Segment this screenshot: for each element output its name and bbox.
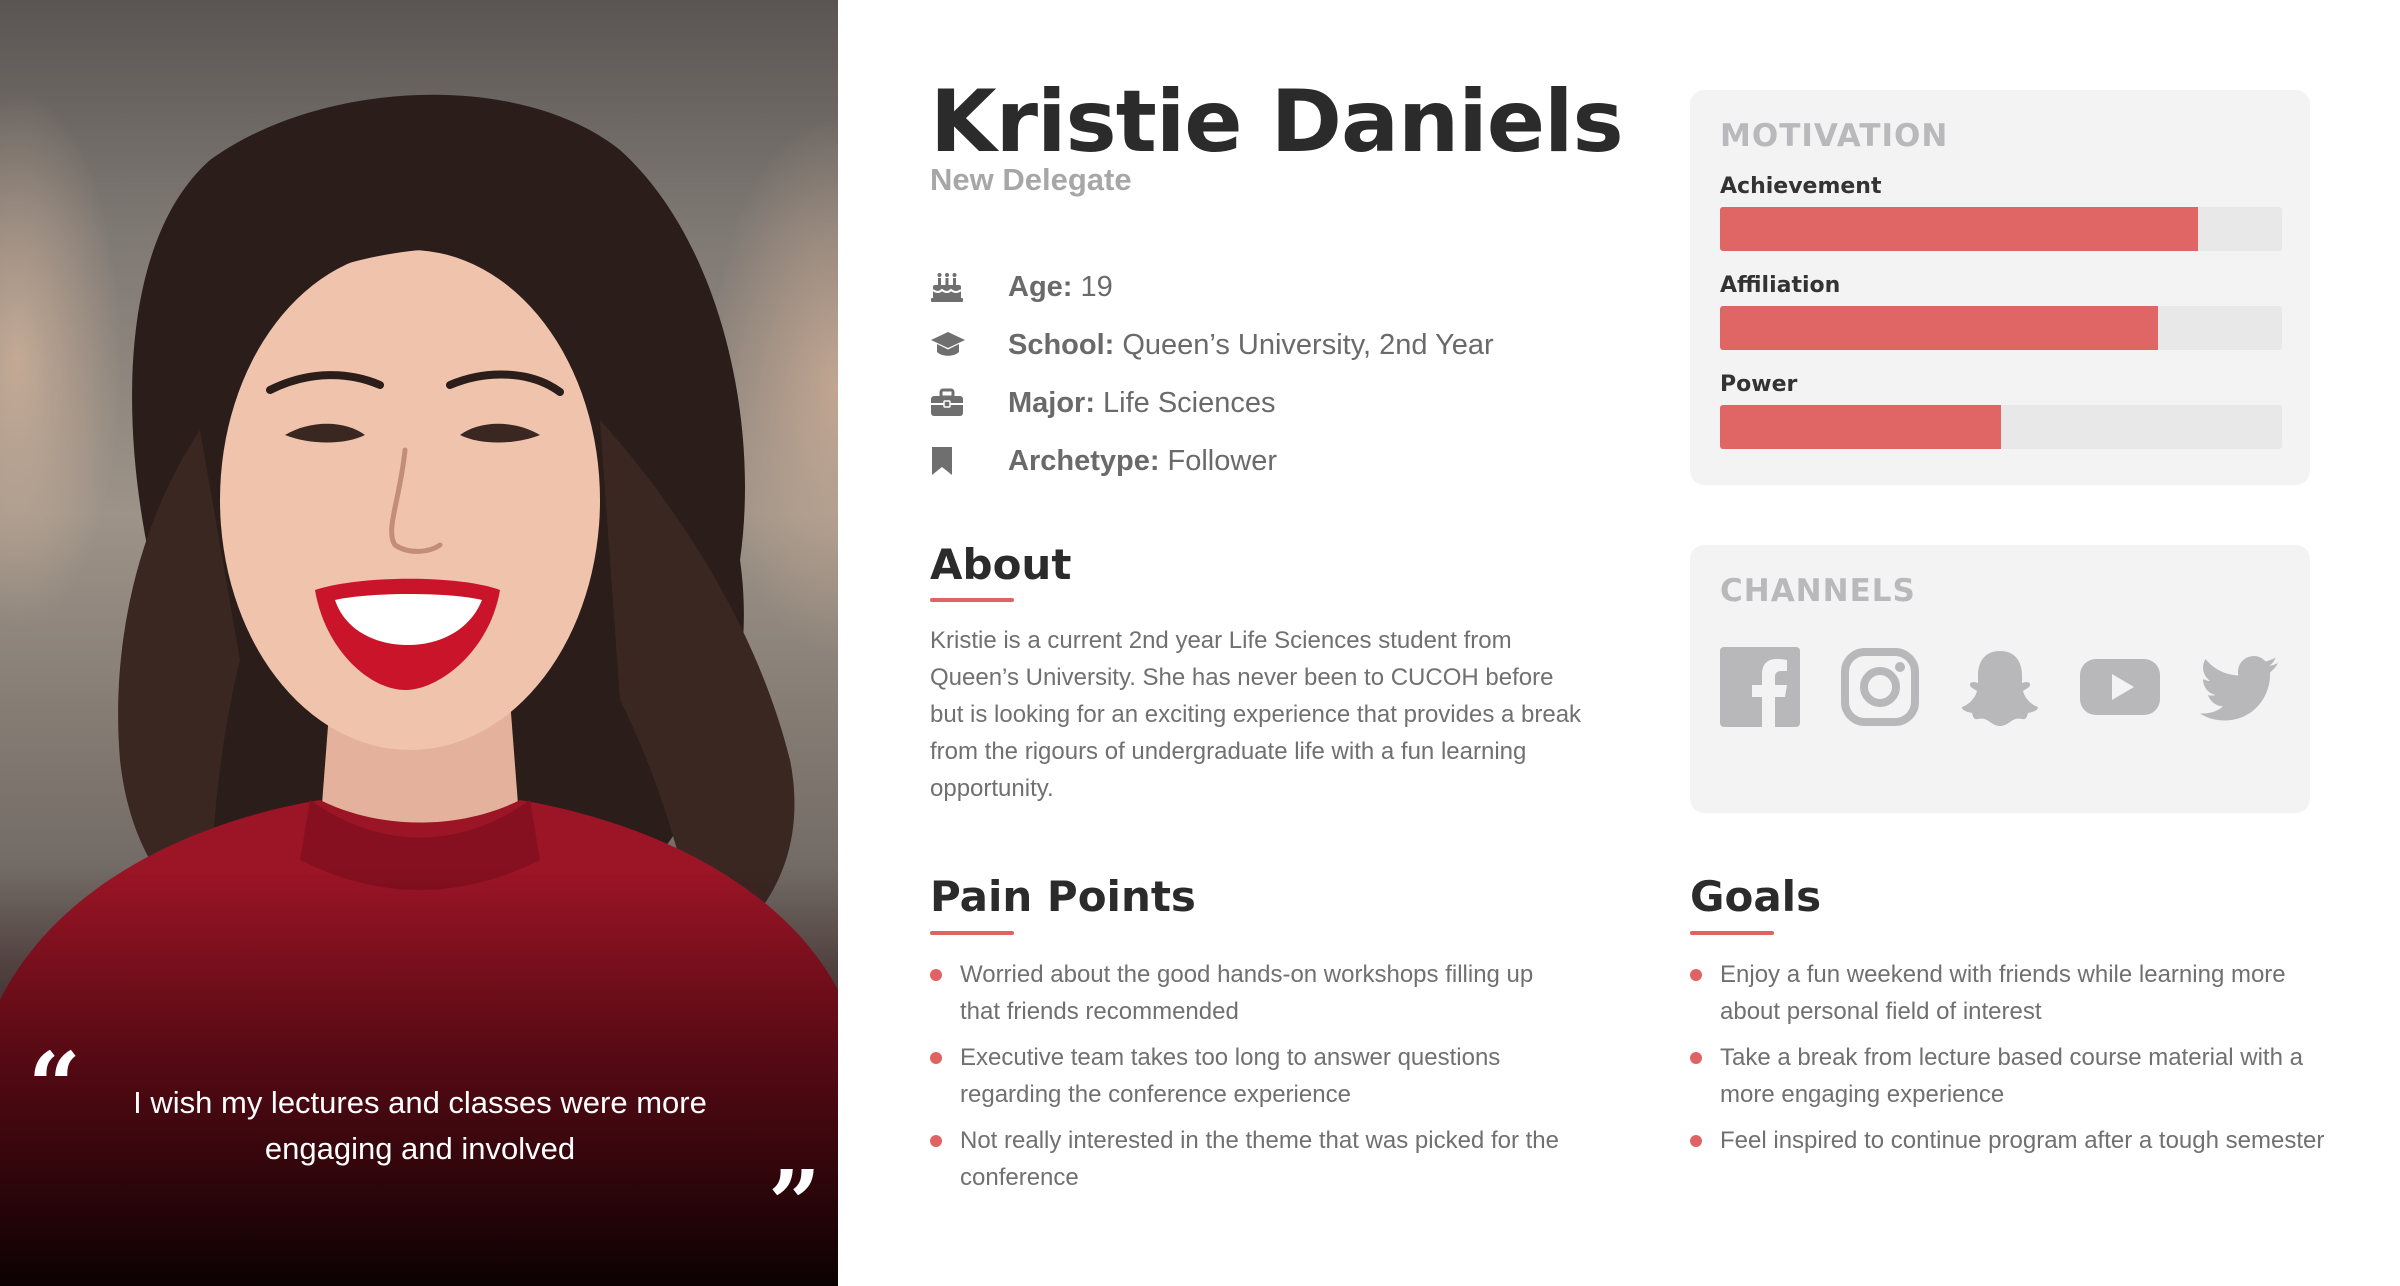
fact-label: Archetype: bbox=[1008, 444, 1160, 477]
about-underline bbox=[930, 598, 1014, 602]
pain-point-text: Worried about the good hands-on workshop… bbox=[960, 961, 1534, 1025]
meter-fill bbox=[1720, 405, 2001, 449]
bullet-dot bbox=[930, 1135, 942, 1147]
motivation-title: MOTIVATION bbox=[1720, 118, 1949, 154]
about-text: Kristie is a current 2nd year Life Scien… bbox=[930, 627, 1582, 802]
meter-achievement: Achievement bbox=[1720, 174, 2282, 251]
pain-points-list: Worried about the good hands-on workshop… bbox=[930, 956, 1570, 1205]
meter-label: Power bbox=[1720, 372, 1798, 397]
list-item: Take a break from lecture based course m… bbox=[1690, 1039, 2350, 1113]
fact-archetype: Archetype: Follower bbox=[930, 432, 1570, 490]
list-item: Worried about the good hands-on workshop… bbox=[930, 956, 1570, 1030]
meter-affiliation: Affiliation bbox=[1720, 273, 2282, 350]
persona-role: New Delegate bbox=[930, 162, 1132, 197]
bullet-dot bbox=[1690, 969, 1702, 981]
channels-title: CHANNELS bbox=[1720, 573, 1916, 609]
list-item: Enjoy a fun weekend with friends while l… bbox=[1690, 956, 2350, 1030]
meter-power: Power bbox=[1720, 372, 2282, 449]
pain-points-underline bbox=[930, 931, 1014, 935]
fact-major: Major: Life Sciences bbox=[930, 374, 1570, 432]
persona-name: Kristie Daniels bbox=[930, 72, 1624, 172]
pain-points-heading: Pain Points bbox=[930, 872, 1196, 921]
bookmark-icon bbox=[930, 441, 974, 481]
briefcase-icon bbox=[930, 383, 974, 423]
bullet-dot bbox=[1690, 1052, 1702, 1064]
pain-point-text: Not really interested in the theme that … bbox=[960, 1127, 1559, 1191]
goal-text: Take a break from lecture based course m… bbox=[1720, 1044, 2303, 1108]
goal-text: Feel inspired to continue program after … bbox=[1720, 1127, 2325, 1154]
fact-value: Life Sciences bbox=[1103, 386, 1276, 419]
fact-value: Queen’s University, 2nd Year bbox=[1122, 328, 1494, 361]
meter-track bbox=[1720, 306, 2282, 350]
fact-label: Age: bbox=[1008, 270, 1073, 303]
list-item: Executive team takes too long to answer … bbox=[930, 1039, 1570, 1113]
snapchat-icon[interactable] bbox=[1960, 647, 2040, 727]
quote-close-mark: ” bbox=[768, 1150, 821, 1258]
channels-card: CHANNELS bbox=[1690, 545, 2310, 813]
about-heading: About bbox=[930, 540, 1072, 589]
goals-underline bbox=[1690, 931, 1774, 935]
persona-photo: “ I wish my lectures and classes were mo… bbox=[0, 0, 838, 1286]
graduation-cap-icon bbox=[930, 325, 974, 365]
fact-value: 19 bbox=[1080, 270, 1113, 303]
channels-row bbox=[1720, 647, 2280, 727]
list-item: Feel inspired to continue program after … bbox=[1690, 1122, 2350, 1159]
bullet-dot bbox=[930, 1052, 942, 1064]
quote-open-mark: “ bbox=[28, 1032, 81, 1140]
persona-facts: Age: 19 School: Queen’s University, 2nd … bbox=[930, 258, 1570, 490]
list-item: Not really interested in the theme that … bbox=[930, 1122, 1570, 1196]
fact-value: Follower bbox=[1167, 444, 1278, 477]
twitter-icon[interactable] bbox=[2200, 647, 2280, 727]
meter-track bbox=[1720, 207, 2282, 251]
goal-text: Enjoy a fun weekend with friends while l… bbox=[1720, 961, 2286, 1025]
meter-track bbox=[1720, 405, 2282, 449]
meter-fill bbox=[1720, 306, 2159, 350]
fact-age: Age: 19 bbox=[930, 258, 1570, 316]
facebook-icon[interactable] bbox=[1720, 647, 1800, 727]
persona-quote: I wish my lectures and classes were more… bbox=[133, 1085, 707, 1166]
bullet-dot bbox=[1690, 1135, 1702, 1147]
goals-list: Enjoy a fun weekend with friends while l… bbox=[1690, 956, 2350, 1168]
meter-fill bbox=[1720, 207, 2198, 251]
fact-label: School: bbox=[1008, 328, 1115, 361]
meter-label: Achievement bbox=[1720, 174, 1882, 199]
bullet-dot bbox=[930, 969, 942, 981]
motivation-card: MOTIVATION Achievement Affiliation Power bbox=[1690, 90, 2310, 485]
birthday-cake-icon bbox=[930, 267, 974, 307]
instagram-icon[interactable] bbox=[1840, 647, 1920, 727]
pain-point-text: Executive team takes too long to answer … bbox=[960, 1044, 1501, 1108]
photo-shade bbox=[0, 866, 838, 1286]
meter-label: Affiliation bbox=[1720, 273, 1841, 298]
youtube-icon[interactable] bbox=[2080, 647, 2160, 727]
fact-label: Major: bbox=[1008, 386, 1095, 419]
goals-heading: Goals bbox=[1690, 872, 1822, 921]
fact-school: School: Queen’s University, 2nd Year bbox=[930, 316, 1570, 374]
